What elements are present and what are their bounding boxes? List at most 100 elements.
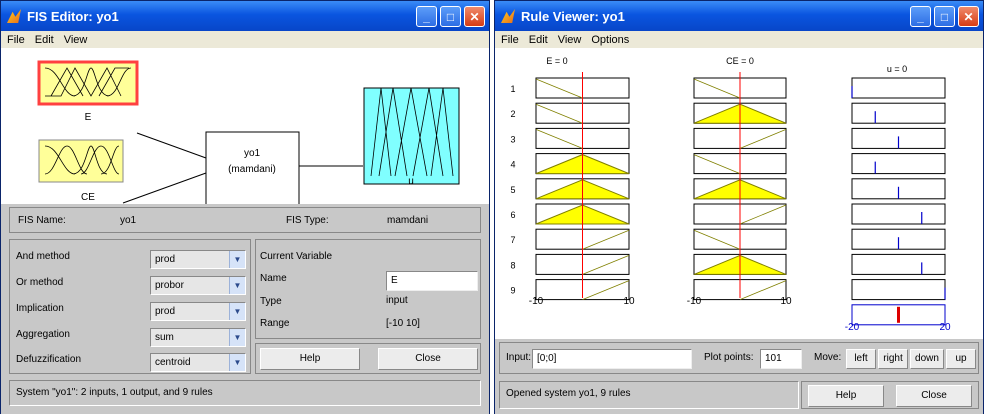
fis-info-box: FIS Name: yo1 FIS Type: mamdani [9,207,481,233]
plot-points-label: Plot points: [704,352,754,363]
maximize-button[interactable]: □ [440,6,461,27]
input-ce-label: CE [81,192,95,203]
u-rule-plot [851,203,946,225]
u-rule-plot [851,77,946,99]
rule-number: 4 [510,160,515,170]
minimize-button[interactable]: _ [910,6,931,27]
menu-view[interactable]: View [64,34,88,46]
rule-number: 3 [510,134,515,144]
close-button[interactable]: Close [896,385,972,407]
close-button[interactable]: Close [378,348,478,370]
menu-bar: File Edit View [1,31,489,48]
help-button[interactable]: Help [808,385,884,407]
matlab-icon [501,9,515,23]
defuzzification-label: Defuzzification [16,354,82,365]
input-ce-block[interactable] [38,139,124,183]
input-e-block[interactable] [37,60,139,106]
matlab-icon [7,9,21,23]
fis-type-value: mamdani [387,215,429,226]
fis-name-label: FIS Name: [18,215,66,226]
move-up-button[interactable]: up [946,349,976,369]
input-field[interactable]: [0;0] [532,349,692,369]
move-down-button[interactable]: down [910,349,944,369]
chevron-down-icon: ▼ [229,277,245,294]
chevron-down-icon: ▼ [229,354,245,371]
current-variable-box: Current Variable Name E Type input Range… [255,239,481,339]
e-axis-min: -10 [529,296,544,307]
chevron-down-icon: ▼ [229,329,245,346]
and-method-label: And method [16,251,70,262]
status-bar: System "yo1": 2 inputs, 1 output, and 9 … [9,380,481,406]
window-title: Rule Viewer: yo1 [521,8,625,24]
rule-viewer-window: Rule Viewer: yo1 _ □ ✕ File Edit View Op… [494,0,984,414]
fis-editor-window: FIS Editor: yo1 _ □ ✕ File Edit View E C… [0,0,490,414]
e-axis-max: 10 [623,296,635,307]
menu-edit[interactable]: Edit [35,34,54,46]
menu-view[interactable]: View [558,34,582,46]
name-label: Name [260,273,287,284]
menu-options[interactable]: Options [591,34,629,46]
maximize-button[interactable]: □ [934,6,955,27]
system-type-label: (mamdani) [228,164,276,175]
u-rule-plot [851,279,946,301]
minimize-button[interactable]: _ [416,6,437,27]
close-window-button[interactable]: ✕ [464,6,485,27]
or-method-select[interactable]: probor ▼ [150,276,246,295]
move-label: Move: [814,352,842,363]
type-value: input [386,295,408,306]
fis-diagram: E CE yo1 (mamdani) u [37,60,460,204]
ce-column-header: CE = 0 [726,56,754,66]
u-axis-min: -20 [845,322,860,333]
rule-plot-area[interactable]: E = 0 CE = 0 u = 0 123456789 -10 10 -10 … [495,48,983,338]
button-box: Help Close [255,343,481,374]
e-column-header: E = 0 [546,56,567,66]
range-value: [-10 10] [386,318,420,329]
implication-label: Implication [16,303,64,314]
rule-viewer-controls: Input: [0;0] Plot points: 101 Move: left… [495,339,983,414]
or-method-label: Or method [16,277,64,288]
fis-editor-titlebar[interactable]: FIS Editor: yo1 _ □ ✕ [1,1,489,31]
close-window-button[interactable]: ✕ [958,6,979,27]
aggregation-select[interactable]: sum ▼ [150,328,246,347]
ce-axis-max: 10 [780,296,792,307]
fis-properties-panel: FIS Name: yo1 FIS Type: mamdani And meth… [1,204,489,414]
help-button[interactable]: Help [260,348,360,370]
range-label: Range [260,318,290,329]
input-controls-box: Input: [0;0] Plot points: 101 Move: left… [499,342,979,374]
chevron-down-icon: ▼ [229,251,245,268]
button-box: Help Close [801,381,979,409]
u-rule-plot [851,102,946,124]
rule-number: 2 [510,109,515,119]
defuzzification-select[interactable]: centroid ▼ [150,353,246,372]
menu-edit[interactable]: Edit [529,34,548,46]
u-rule-plot [851,253,946,275]
fis-type-label: FIS Type: [286,215,329,226]
move-right-button[interactable]: right [878,349,908,369]
menu-file[interactable]: File [7,34,25,46]
rule-number: 1 [510,84,515,94]
input-e-label: E [85,112,92,123]
methods-box: And method prod ▼ Or method probor ▼ Impli… [9,239,251,374]
aggregation-label: Aggregation [16,329,70,340]
move-left-button[interactable]: left [846,349,876,369]
u-column-header: u = 0 [887,64,907,74]
input-label: Input: [506,352,532,363]
output-u-label: u [408,176,414,187]
rule-number: 5 [510,185,515,195]
current-variable-heading: Current Variable [260,251,333,262]
name-input[interactable]: E [386,271,478,291]
implication-select[interactable]: prod ▼ [150,302,246,321]
menu-bar: File Edit View Options [495,31,983,48]
u-rule-plot [851,153,946,175]
plot-points-field[interactable]: 101 [760,349,802,369]
system-name-label: yo1 [244,148,261,159]
window-title: FIS Editor: yo1 [27,8,119,24]
and-method-select[interactable]: prod ▼ [150,250,246,269]
rule-viewer-titlebar[interactable]: Rule Viewer: yo1 _ □ ✕ [495,1,983,31]
fis-name-value: yo1 [120,215,137,226]
chevron-down-icon: ▼ [229,303,245,320]
output-u-block[interactable] [363,87,460,185]
rule-number: 9 [510,286,515,296]
rule-number: 7 [510,235,515,245]
menu-file[interactable]: File [501,34,519,46]
